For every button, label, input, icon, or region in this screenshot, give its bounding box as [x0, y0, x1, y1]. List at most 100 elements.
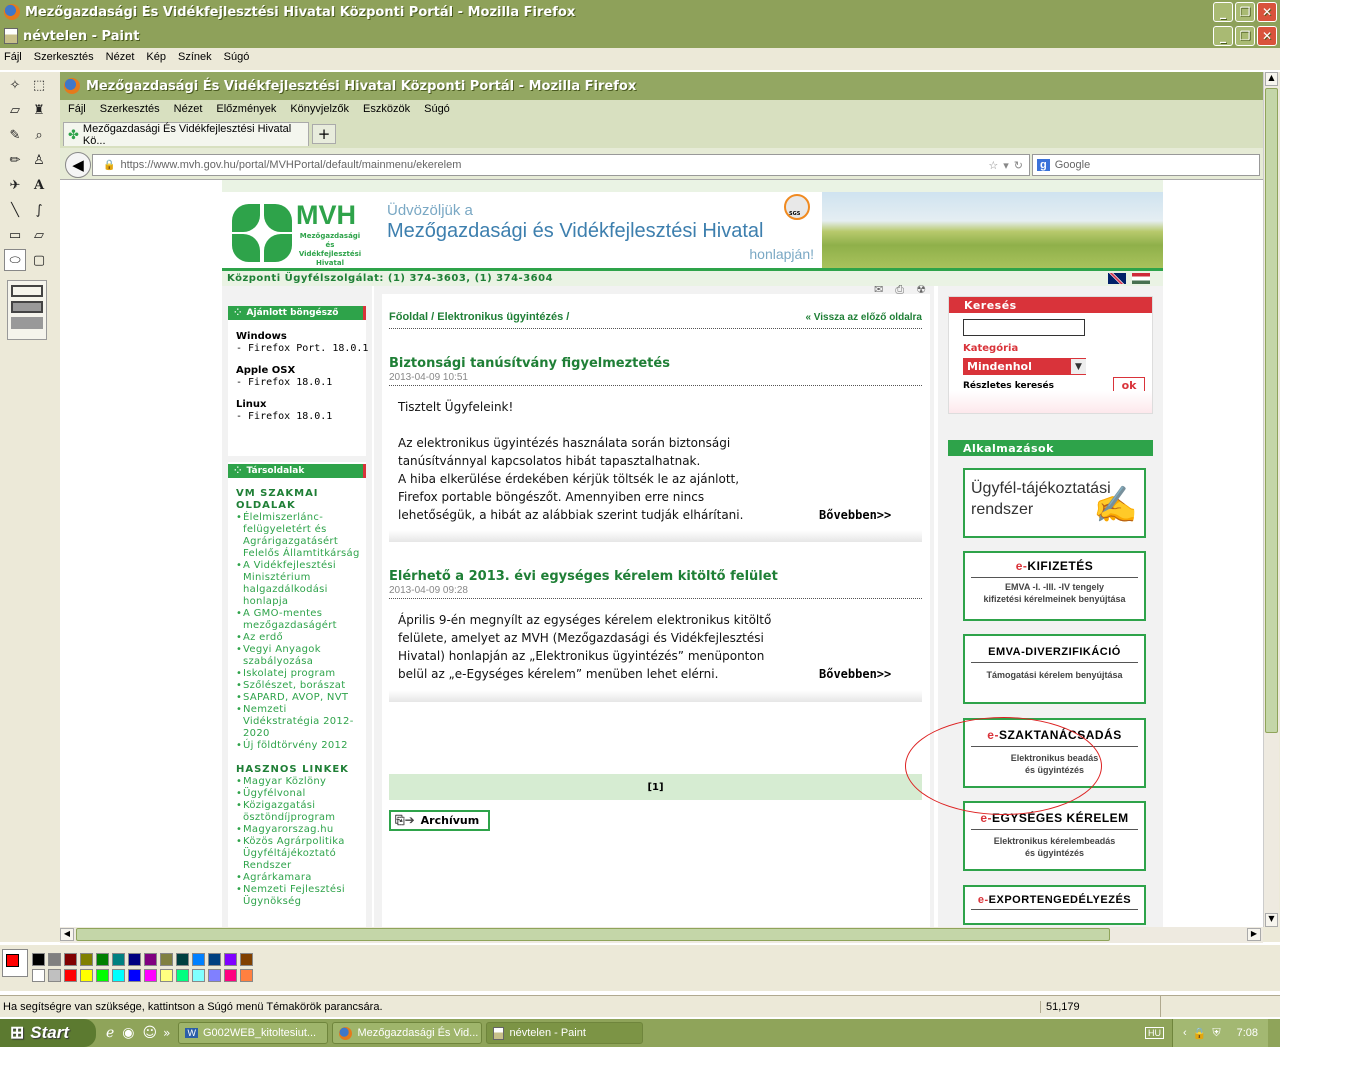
palette-swatch[interactable] [48, 969, 61, 982]
url-bar[interactable]: 🔒 https://www.mvh.gov.hu/portal/MVHPorta… [92, 154, 1030, 176]
rect-select-icon[interactable]: ⬚ [28, 74, 50, 96]
list-item[interactable]: Ügyfélvonal [228, 788, 366, 800]
palette-swatch[interactable] [64, 969, 77, 982]
list-item[interactable]: SAPARD, AVOP, NVT [228, 692, 366, 704]
palette-swatch[interactable] [48, 953, 61, 966]
lock-tray-icon[interactable]: 🔒 [1193, 1027, 1207, 1040]
ff-menu-help[interactable]: Súgó [424, 103, 450, 115]
vertical-scroll-thumb[interactable] [1265, 88, 1278, 733]
scroll-right-icon[interactable]: ▶ [1247, 928, 1261, 941]
list-item[interactable]: A Vidékfejlesztési Minisztérium halgazdá… [228, 560, 366, 608]
rectangle-icon[interactable]: ▭ [4, 224, 26, 246]
ie-quicklaunch-icon[interactable]: ℯ [106, 1025, 114, 1041]
task-firefox[interactable]: Mezőgazdasági És Vid... [332, 1022, 483, 1044]
palette-swatch[interactable] [208, 953, 221, 966]
list-item[interactable]: Nemzeti Vidékstratégia 2012-2020 [228, 704, 366, 740]
category-select[interactable]: Mindenhol ▼ [963, 358, 1086, 375]
scroll-up-icon[interactable]: ▲ [1265, 72, 1278, 86]
pagination[interactable]: [1] [389, 774, 922, 800]
more-quicklaunch-icon[interactable]: » [163, 1026, 170, 1040]
list-item[interactable]: Az erdő [228, 632, 366, 644]
free-select-icon[interactable]: ✧ [4, 74, 26, 96]
palette-swatch[interactable] [224, 953, 237, 966]
palette-swatch[interactable] [160, 953, 173, 966]
palette-swatch[interactable] [32, 969, 45, 982]
palette-swatch[interactable] [144, 953, 157, 966]
app-emva-diversification[interactable]: EMVA-DIVERZIFIKÁCIÓ Támogatási kérelem b… [963, 634, 1146, 704]
paint-menu-view[interactable]: Nézet [106, 51, 135, 63]
curve-icon[interactable]: ∫ [28, 199, 50, 221]
paint-minimize-button[interactable]: _ [1213, 26, 1233, 46]
new-tab-button[interactable]: + [312, 124, 336, 144]
ff-menu-tools[interactable]: Eszközök [363, 103, 410, 115]
news-title-1[interactable]: Biztonsági tanúsítvány figyelmeztetés [389, 356, 670, 371]
detailed-search-link[interactable]: Részletes keresés [963, 381, 1054, 391]
outer-firefox-titlebar[interactable]: Mezőgazdasági És Vidékfejlesztési Hivata… [0, 0, 1280, 24]
ff-menu-bookmarks[interactable]: Könyvjelzők [290, 103, 349, 115]
ff-menu-history[interactable]: Előzmények [216, 103, 276, 115]
bookmark-star-icon[interactable]: ☆ [988, 159, 998, 172]
language-indicator[interactable]: HU [1144, 1027, 1164, 1039]
paint-menu-colors[interactable]: Színek [178, 51, 212, 63]
mvh-logo[interactable] [230, 202, 296, 262]
polygon-icon[interactable]: ▱ [28, 224, 50, 246]
current-colors[interactable] [2, 949, 28, 977]
shield-tray-icon[interactable]: ⛨ [1212, 1027, 1220, 1040]
list-item[interactable]: Közös Agrárpolitika Ügyféltájékoztató Re… [228, 836, 366, 872]
palette-swatch[interactable] [64, 953, 77, 966]
paint-restore-button[interactable]: ❐ [1235, 26, 1255, 46]
close-button[interactable]: ✕ [1257, 2, 1277, 22]
palette-swatch[interactable] [144, 969, 157, 982]
restore-button[interactable]: ❐ [1235, 2, 1255, 22]
task-paint[interactable]: névtelen - Paint [486, 1022, 644, 1044]
start-button[interactable]: ⊞ Start [0, 1019, 96, 1047]
back-link[interactable]: « Vissza az előző oldalra [805, 312, 922, 323]
news-title-2[interactable]: Elérhető a 2013. évi egységes kérelem ki… [389, 569, 778, 584]
browser-tab[interactable]: ✤ Mezőgazdasági És Vidékfejlesztési Hiva… [63, 122, 309, 147]
list-item[interactable]: A GMO-mentes mezőgazdaságért [228, 608, 366, 632]
palette-swatch[interactable] [112, 969, 125, 982]
list-item[interactable]: Közigazgatási ösztöndíjprogram [228, 800, 366, 824]
read-more-1[interactable]: Bővebben>> [819, 508, 891, 522]
minimize-button[interactable]: _ [1213, 2, 1233, 22]
horizontal-scroll-thumb[interactable] [76, 928, 1110, 941]
vertical-scrollbar[interactable]: ▲ ▼ [1263, 72, 1279, 927]
palette-swatch[interactable] [96, 953, 109, 966]
list-item[interactable]: Vegyi Anyagok szabályozása [228, 644, 366, 668]
firefox-titlebar[interactable]: Mezőgazdasági És Vidékfejlesztési Hivata… [60, 72, 1263, 100]
ff-menu-edit[interactable]: Szerkesztés [100, 103, 160, 115]
url-dropdown-icon[interactable]: ▾ [1003, 159, 1009, 172]
list-item[interactable]: Agrárkamara [228, 872, 366, 884]
list-item[interactable]: Magyarorszag.hu [228, 824, 366, 836]
airbrush-icon[interactable]: ✈ [4, 174, 26, 196]
text-tool-icon[interactable]: A [28, 174, 50, 196]
palette-swatch[interactable] [96, 969, 109, 982]
palette-swatch[interactable] [128, 969, 141, 982]
palette-swatch[interactable] [224, 969, 237, 982]
pencil-icon[interactable]: ✏ [4, 149, 26, 171]
list-item[interactable]: Nemzeti Fejlesztési Ügynökség [228, 884, 366, 908]
fill-bucket-icon[interactable]: ♜ [28, 99, 50, 121]
fill-style-options[interactable] [7, 280, 47, 340]
palette-swatch[interactable] [176, 953, 189, 966]
brush-icon[interactable]: ♙ [28, 149, 50, 171]
paint-menu-edit[interactable]: Szerkesztés [34, 51, 94, 63]
paint-menu-image[interactable]: Kép [146, 51, 166, 63]
list-item[interactable]: Magyar Közlöny [228, 776, 366, 788]
archive-button[interactable]: ⎘➔ Archívum [389, 810, 490, 831]
reload-icon[interactable]: ↻ [1014, 159, 1023, 172]
palette-swatch[interactable] [240, 953, 253, 966]
horizontal-scrollbar[interactable]: ◀ ▶ [60, 927, 1263, 943]
eraser-icon[interactable]: ▱ [4, 99, 26, 121]
hu-flag-icon[interactable] [1132, 273, 1150, 284]
palette-swatch[interactable] [208, 969, 221, 982]
palette-swatch[interactable] [240, 969, 253, 982]
list-item[interactable]: Iskolatej program [228, 668, 366, 680]
ellipse-icon[interactable]: ⬭ [4, 249, 26, 271]
palette-swatch[interactable] [80, 953, 93, 966]
app-e-payment[interactable]: e-KIFIZETÉS EMVA -I. -III. -IV tengely k… [963, 551, 1146, 621]
magnifier-icon[interactable]: ⌕ [28, 124, 50, 146]
ff-menu-file[interactable]: Fájl [68, 103, 86, 115]
ff-menu-view[interactable]: Nézet [174, 103, 203, 115]
palette-swatch[interactable] [80, 969, 93, 982]
